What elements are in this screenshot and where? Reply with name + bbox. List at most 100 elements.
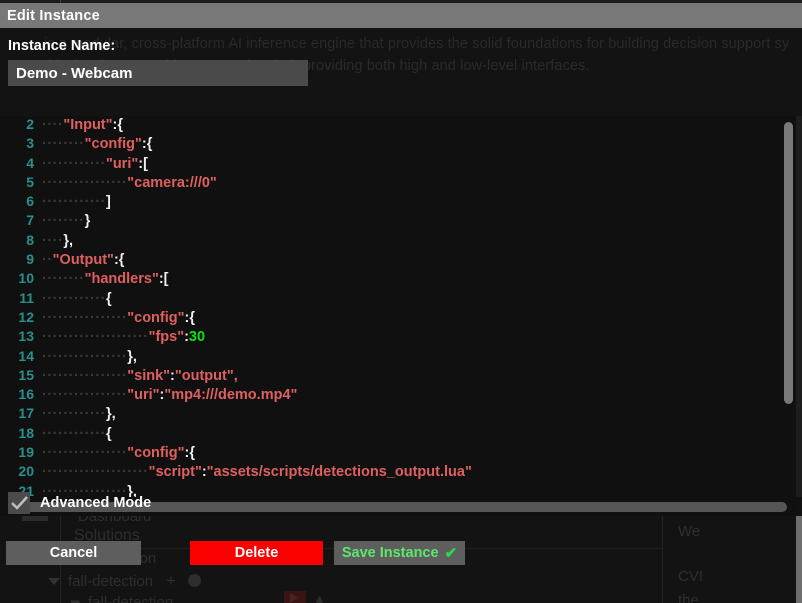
code-line[interactable]: 9 ··"Output":{ [0,251,779,270]
check-icon [11,496,28,510]
line-number: 10 [18,270,34,287]
line-content: ············"uri":[ [42,156,148,172]
line-number: 11 [19,289,34,306]
token-punct: { [118,252,125,269]
token-ind: ···· [42,232,64,249]
line-content: ················"config":{ [42,445,195,461]
token-str: "camera:///0" [127,174,217,191]
cancel-button-label: Cancel [49,545,98,561]
token-ind: ·· [42,252,53,269]
line-content: ················"uri":"mp4:///demo.mp4" [42,387,297,403]
editor-right-padding [796,116,802,497]
code-line[interactable]: 3 ········"config":{ [0,135,779,154]
token-ind: ················ [42,367,128,384]
code-line[interactable]: 7 ········} [0,212,779,231]
line-content: ········} [42,213,90,229]
line-number: 14 [18,347,34,364]
line-number: 7 [26,212,34,229]
line-number: 3 [26,135,34,152]
token-key: "Output" [52,252,114,269]
line-content: ················"camera:///0" [42,175,217,191]
token-ind: ···· [42,117,64,133]
dialog-titlebar[interactable]: Edit Instance [0,3,802,28]
token-punct: { [105,425,112,442]
code-line[interactable]: 16 ················"uri":"mp4:///demo.mp4… [0,386,779,405]
token-ind: ················ [42,387,128,404]
code-line[interactable]: 17 ············}, [0,405,779,424]
token-ind: ···················· [42,464,149,481]
token-key: "script" [148,464,202,481]
token-punct: }, [127,348,137,365]
json-editor-lines[interactable]: 2 ····"Input":{ 3 ········"config":{4 ······… [0,116,779,497]
token-ind: ················ [42,445,128,462]
code-line[interactable]: 11 ············{ [0,290,779,309]
code-line[interactable]: 4 ············"uri":[ [0,155,779,174]
token-key: "fps" [148,329,185,346]
line-content: ····················"script":"assets/scr… [42,464,472,480]
token-punct: [ [143,155,148,172]
dialog-title: Edit Instance [7,7,100,24]
token-num: 30 [188,329,206,346]
token-punct: [ [163,271,169,288]
token-str: "assets/scripts/detections_output.lua" [206,464,472,481]
delete-button[interactable]: Delete [190,541,323,565]
line-number: 2 [26,116,34,132]
instance-name-group: Instance Name: [8,38,308,86]
line-content: ················"sink":"output", [42,368,238,384]
save-instance-button-label: Save Instance [341,545,439,561]
line-number: 13 [18,328,34,345]
line-number: 12 [18,308,34,325]
code-line[interactable]: 12 ················"config":{ [0,309,779,328]
code-line[interactable]: 18 ············{ [0,425,779,444]
advanced-mode-row[interactable]: Advanced Mode [8,492,151,514]
token-punct: { [189,445,196,462]
token-ind: ············ [42,406,106,423]
token-key: "Input" [63,117,113,133]
code-line[interactable]: 15 ················"sink":"output", [0,367,779,386]
edit-instance-dialog: Edit Instance Instance Name: 2····"Input… [0,3,802,603]
token-key: "uri" [105,155,139,172]
line-content: ········"handlers":[ [42,271,169,287]
token-str: "mp4:///demo.mp4" [164,387,298,404]
token-ind: ········ [42,213,85,230]
json-editor[interactable]: 2 ····"Input":{ 3 ········"config":{4 ······… [0,116,802,516]
cancel-button[interactable]: Cancel [6,541,141,565]
code-line[interactable]: 14 ················}, [0,348,779,367]
line-number: 19 [18,444,34,461]
editor-vertical-scrollbar-thumb[interactable] [784,122,793,404]
line-content: ················}, [42,349,137,365]
line-number: 5 [26,173,34,190]
code-line[interactable]: 6 ············] [0,193,779,212]
token-key: "config" [84,136,142,153]
line-number: 6 [26,193,34,210]
code-line[interactable]: 10 ········"handlers":[ [0,270,779,289]
token-punct: }, [63,232,73,249]
code-line[interactable]: 20 ····················"script":"assets/s… [0,463,779,482]
token-key: "uri" [127,387,160,404]
token-ind: ················ [42,348,128,365]
token-punct: { [146,136,153,153]
code-line[interactable]: 8 ····}, [0,232,779,251]
line-content: ··"Output":{ [42,252,124,268]
instance-name-input[interactable] [8,60,308,86]
token-ind: ········ [42,271,85,288]
token-punct: } [84,213,91,230]
token-ind: ············ [42,194,106,211]
instance-name-label: Instance Name: [8,38,116,54]
advanced-mode-checkbox[interactable] [8,492,30,514]
dialog-body: Instance Name: 2····"Input":{3········"c… [0,28,802,516]
token-key: "config" [127,445,185,462]
token-ind: ············ [42,290,106,307]
line-content: ············{ [42,291,112,307]
line-content: ····}, [42,233,73,249]
code-line[interactable]: 5 ················"camera:///0" [0,174,779,193]
token-key: "handlers" [84,271,159,288]
code-line[interactable]: 2 ····"Input":{ [0,116,779,135]
token-ind: ················ [42,174,128,191]
code-line[interactable]: 19 ················"config":{ [0,444,779,463]
token-ind: ············ [42,425,106,442]
token-key: "config" [127,309,185,326]
code-line[interactable]: 13 ····················"fps":30 [0,328,779,347]
line-content: ····"Input":{ [42,117,123,133]
save-instance-button[interactable]: Save Instance ✔ [334,541,465,565]
